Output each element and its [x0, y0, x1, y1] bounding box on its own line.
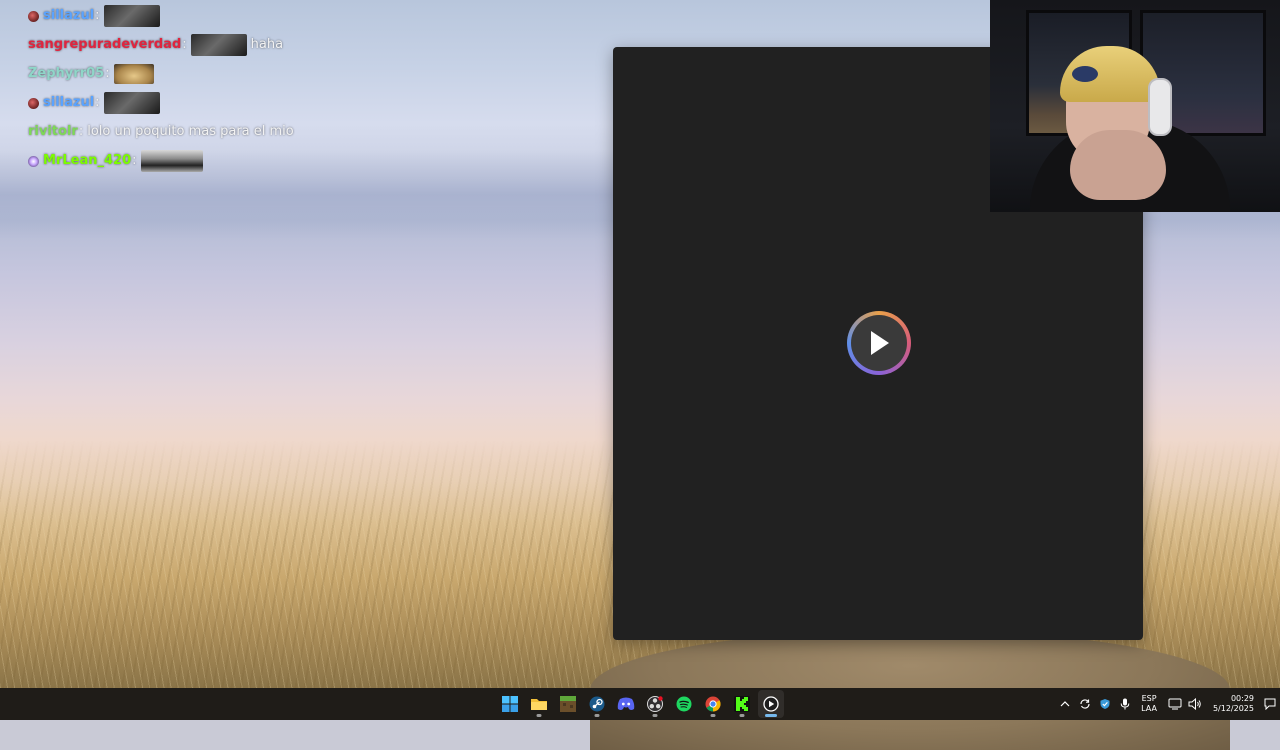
- chat-username: MrLean_420: [43, 153, 132, 168]
- chat-separator: :: [182, 37, 187, 52]
- chat-message: MrLean_420 :: [28, 149, 448, 173]
- chat-text: lolo un poquito mas para el mio: [87, 124, 294, 139]
- file-explorer-button[interactable]: [526, 690, 552, 718]
- keyboard-layout: LAA: [1141, 704, 1157, 713]
- running-indicator: [710, 714, 715, 717]
- volume-tray-button[interactable]: [1185, 690, 1205, 718]
- stream-chat-overlay: sillazul : sangrepuradeverdad : haha Zep…: [28, 4, 448, 178]
- chat-message: sillazul :: [28, 4, 448, 28]
- play-button-inner: [851, 315, 907, 371]
- security-tray-button[interactable]: [1095, 690, 1115, 718]
- chat-text: haha: [250, 37, 284, 52]
- webcam-overlay: [990, 0, 1280, 212]
- sync-tray-button[interactable]: [1075, 690, 1095, 718]
- network-icon: [1168, 698, 1182, 710]
- steam-button[interactable]: [584, 690, 610, 718]
- media-player-button[interactable]: [757, 690, 784, 718]
- spotify-button[interactable]: [671, 690, 697, 718]
- obs-icon: [646, 696, 663, 712]
- clock-time: 00:29: [1230, 694, 1254, 703]
- chat-username: sangrepuradeverdad: [28, 37, 182, 52]
- play-button[interactable]: [847, 311, 911, 375]
- emote-food-icon: [113, 64, 154, 84]
- taskbar: ESP LAA 00:29 5/12/2025: [0, 688, 1280, 720]
- microphone-icon: [1120, 698, 1130, 710]
- chat-username: rivitolr: [28, 124, 78, 139]
- chat-message: sangrepuradeverdad : haha: [28, 33, 448, 57]
- minecraft-icon: [559, 696, 576, 712]
- clock-date: 5/12/2025: [1212, 704, 1254, 713]
- badge-icon: [28, 97, 39, 109]
- minecraft-button[interactable]: [555, 690, 581, 718]
- chat-message: Zephyrr05 :: [28, 62, 448, 86]
- spotify-icon: [676, 696, 691, 712]
- chat-separator: :: [105, 66, 110, 81]
- chevron-up-icon: [1060, 701, 1070, 707]
- windows-icon: [501, 696, 518, 712]
- emote-dark-icon: [103, 5, 160, 27]
- play-icon: [871, 331, 889, 355]
- discord-icon: [617, 697, 634, 710]
- volume-icon: [1188, 698, 1201, 710]
- steam-icon: [589, 696, 604, 712]
- microphone-tray-button[interactable]: [1115, 690, 1135, 718]
- active-indicator: [764, 714, 777, 717]
- sync-icon: [1080, 699, 1090, 709]
- emote-dark-icon: [103, 92, 160, 114]
- kick-icon: [733, 696, 750, 712]
- running-indicator: [739, 714, 744, 717]
- notification-icon: [1264, 698, 1276, 710]
- chat-username: sillazul: [43, 95, 95, 110]
- chat-separator: :: [132, 153, 137, 168]
- windows-start-button[interactable]: [497, 690, 523, 718]
- running-indicator: [594, 714, 599, 717]
- emote-car-icon: [140, 150, 203, 172]
- discord-button[interactable]: [613, 690, 639, 718]
- kick-button[interactable]: [729, 690, 755, 718]
- running-indicator: [652, 714, 657, 717]
- chat-separator: :: [78, 124, 84, 139]
- chat-separator: :: [95, 8, 100, 23]
- chat-username: Zephyrr05: [28, 66, 105, 81]
- show-hidden-icons-button[interactable]: [1055, 690, 1075, 718]
- notifications-button[interactable]: [1260, 690, 1280, 718]
- emote-dark-icon: [190, 34, 247, 56]
- streamer-hand: [1070, 130, 1166, 200]
- clock[interactable]: 00:29 5/12/2025: [1213, 694, 1254, 714]
- language-code: ESP: [1141, 694, 1157, 703]
- language-indicator[interactable]: ESP LAA: [1141, 694, 1157, 714]
- chrome-icon: [705, 696, 721, 712]
- headphone-icon: [1148, 78, 1172, 136]
- obs-button[interactable]: [642, 690, 668, 718]
- system-tray: ESP LAA 00:29 5/12/2025: [1055, 688, 1280, 720]
- beanie-logo-icon: [1072, 66, 1098, 82]
- shield-icon: [1100, 699, 1110, 709]
- network-tray-button[interactable]: [1165, 690, 1185, 718]
- chat-message: rivitolr : lolo un poquito mas para el m…: [28, 120, 448, 144]
- media-player-icon: [762, 696, 779, 712]
- folder-icon: [530, 699, 547, 710]
- running-indicator: [536, 714, 541, 717]
- badge-icon: [28, 10, 39, 22]
- taskbar-apps: [495, 688, 785, 720]
- chat-separator: :: [95, 95, 100, 110]
- chat-username: sillazul: [43, 8, 95, 23]
- chrome-button[interactable]: [700, 690, 726, 718]
- badge-icon: [28, 155, 39, 167]
- chat-message: sillazul :: [28, 91, 448, 115]
